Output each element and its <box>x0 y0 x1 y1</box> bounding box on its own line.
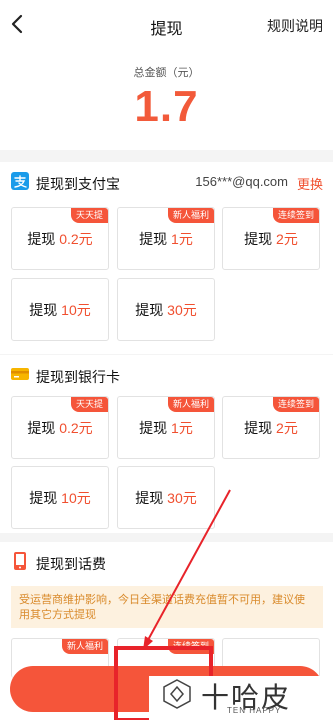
option-amount: 0.2元 <box>59 420 93 436</box>
alipay-option-10[interactable]: 提现 10元 <box>11 278 109 341</box>
option-amount: 0.2元 <box>59 231 93 247</box>
watermark-logo-icon <box>163 679 191 709</box>
option-amount: 10元 <box>61 302 91 318</box>
bank-option-0-2[interactable]: 天天提 提现 0.2元 <box>11 396 109 459</box>
rules-link[interactable]: 规则说明 <box>267 16 323 36</box>
bank-option-10[interactable]: 提现 10元 <box>11 466 109 529</box>
alipay-icon <box>11 172 29 190</box>
badge-daily: 天天提 <box>70 397 108 412</box>
option-amount: 30元 <box>167 302 197 318</box>
bank-card-icon <box>11 368 29 380</box>
change-account-link[interactable]: 更换 <box>297 174 323 193</box>
bankcard-title: 提现到银行卡 <box>36 369 120 385</box>
bankcard-section: 提现到银行卡 天天提 提现 0.2元 新人福利 提现 1元 连续签到 提现 2元… <box>0 355 333 533</box>
alipay-section: 提现到支付宝 156***@qq.com 更换 天天提 提现 0.2元 新人福利… <box>0 162 333 354</box>
badge-new-user: 新人福利 <box>61 639 108 654</box>
option-amount: 10元 <box>61 490 91 506</box>
watermark: 十哈皮 TEN HAPPY <box>149 676 333 720</box>
alipay-title: 提现到支付宝 <box>36 176 120 192</box>
alipay-option-30[interactable]: 提现 30元 <box>117 278 215 341</box>
badge-daily: 天天提 <box>70 208 108 223</box>
alipay-account: 156***@qq.com <box>195 174 288 189</box>
alipay-header: 提现到支付宝 156***@qq.com 更换 <box>0 162 333 202</box>
alipay-option-1[interactable]: 新人福利 提现 1元 <box>117 207 215 270</box>
bank-option-1[interactable]: 新人福利 提现 1元 <box>117 396 215 459</box>
badge-checkin: 连续签到 <box>272 397 319 412</box>
badge-new-user: 新人福利 <box>167 208 214 223</box>
option-amount: 1元 <box>171 420 193 436</box>
alipay-option-0-2[interactable]: 天天提 提现 0.2元 <box>11 207 109 270</box>
top-bar: 提现 规则说明 <box>0 0 333 50</box>
badge-new-user: 新人福利 <box>167 397 214 412</box>
option-amount: 2元 <box>276 420 298 436</box>
bank-option-30[interactable]: 提现 30元 <box>117 466 215 529</box>
maintenance-notice: 受运营商维护影响，今日全渠道话费充值暂不可用，建议使用其它方式提现 <box>11 586 323 628</box>
option-amount: 2元 <box>276 231 298 247</box>
option-amount: 30元 <box>167 490 197 506</box>
watermark-subtext: TEN HAPPY <box>227 706 282 715</box>
phone-header: 提现到话费 <box>0 542 333 582</box>
phone-icon <box>14 552 26 570</box>
bank-option-2[interactable]: 连续签到 提现 2元 <box>222 396 320 459</box>
option-amount: 1元 <box>171 231 193 247</box>
badge-checkin: 连续签到 <box>272 208 319 223</box>
badge-checkin: 连续签到 <box>167 639 214 654</box>
total-amount-panel: 总金额（元） 1.7 <box>0 50 333 150</box>
bankcard-header: 提现到银行卡 <box>0 355 333 395</box>
alipay-option-2[interactable]: 连续签到 提现 2元 <box>222 207 320 270</box>
total-amount: 1.7 <box>134 82 199 131</box>
phone-title: 提现到话费 <box>36 556 106 572</box>
total-label: 总金额（元） <box>133 67 200 79</box>
